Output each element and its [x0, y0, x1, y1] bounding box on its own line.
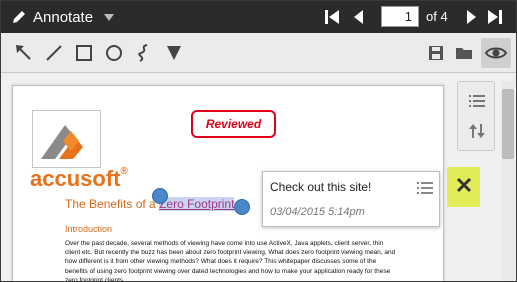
mode-label: Annotate — [33, 8, 94, 26]
prev-page-icon[interactable] — [350, 8, 368, 26]
rectangle-icon[interactable] — [73, 42, 95, 64]
eye-icon[interactable] — [481, 38, 511, 68]
mode-dropdown[interactable]: Annotate — [11, 1, 115, 33]
app-frame: Annotate 1 of 4 accusoft® Reviewed The B… — [0, 0, 517, 282]
next-page-icon[interactable] — [462, 8, 480, 26]
comment-date: 03/04/2015 5:14pm — [270, 206, 365, 218]
line-icon[interactable] — [43, 42, 65, 64]
top-bar: Annotate 1 of 4 — [1, 1, 516, 33]
body-paragraph: Over the past decade, several methods of… — [65, 240, 396, 282]
last-page-icon[interactable] — [486, 8, 504, 26]
page-count: of 4 — [426, 9, 448, 24]
logo-image — [32, 110, 101, 168]
selection-start-handle[interactable] — [152, 188, 168, 204]
reviewed-stamp[interactable]: Reviewed — [191, 110, 276, 138]
arrow-icon[interactable] — [13, 42, 35, 64]
comment-text: Check out this site! — [270, 180, 372, 194]
freehand-icon[interactable] — [133, 42, 155, 64]
page-number-input[interactable]: 1 — [381, 6, 419, 27]
save-icon[interactable] — [425, 42, 447, 64]
ellipse-icon[interactable] — [103, 42, 125, 64]
comment-popup[interactable]: Check out this site! 03/04/2015 5:14pm — [262, 171, 440, 227]
list-icon[interactable] — [468, 92, 486, 110]
selection-end-handle[interactable] — [234, 199, 250, 215]
list-menu-icon[interactable] — [417, 181, 433, 195]
annotation-toolbar — [1, 33, 516, 73]
scrollbar-thumb[interactable] — [502, 89, 514, 159]
folder-icon[interactable] — [453, 42, 475, 64]
document-viewer: accusoft® Reviewed The Benefits of a Zer… — [1, 73, 516, 282]
text-triangle-icon[interactable] — [163, 42, 185, 64]
logo-text: accusoft® — [30, 166, 128, 191]
side-panel — [457, 81, 495, 151]
section-heading: Introduction — [65, 224, 113, 234]
highlight-annotation[interactable]: Zero Footprint — [159, 197, 235, 211]
sort-icon[interactable] — [468, 122, 486, 140]
close-comment-button[interactable] — [447, 167, 480, 207]
chevron-down-icon — [103, 12, 115, 22]
close-icon — [456, 177, 472, 198]
first-page-icon[interactable] — [323, 8, 341, 26]
pencil-icon — [11, 9, 27, 25]
